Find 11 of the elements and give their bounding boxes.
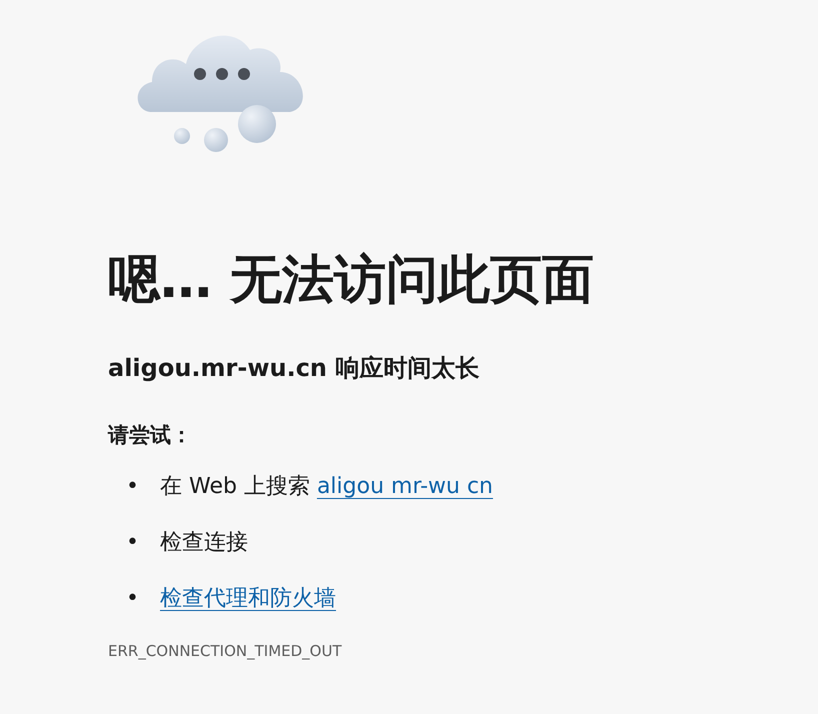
error-heading: 嗯… 无法访问此页面 (108, 249, 596, 312)
bullet: • (125, 529, 140, 557)
bullet: • (125, 473, 140, 501)
suggestion-link[interactable]: 检查代理和防火墙 (160, 582, 336, 616)
error-code: ERR_CONNECTION_TIMED_OUT (108, 642, 343, 660)
search-link[interactable]: aligou mr-wu cn (316, 474, 493, 499)
suggestion-text: 在 Web 上搜索 aligou mr-wu cn (160, 473, 493, 501)
error-description: aligou.mr-wu.cn 响应时间太长 (108, 353, 480, 384)
bullet: • (125, 585, 140, 613)
suggestion-text: 检查连接 (160, 529, 248, 557)
suggestions-label: 请尝试： (108, 422, 193, 449)
